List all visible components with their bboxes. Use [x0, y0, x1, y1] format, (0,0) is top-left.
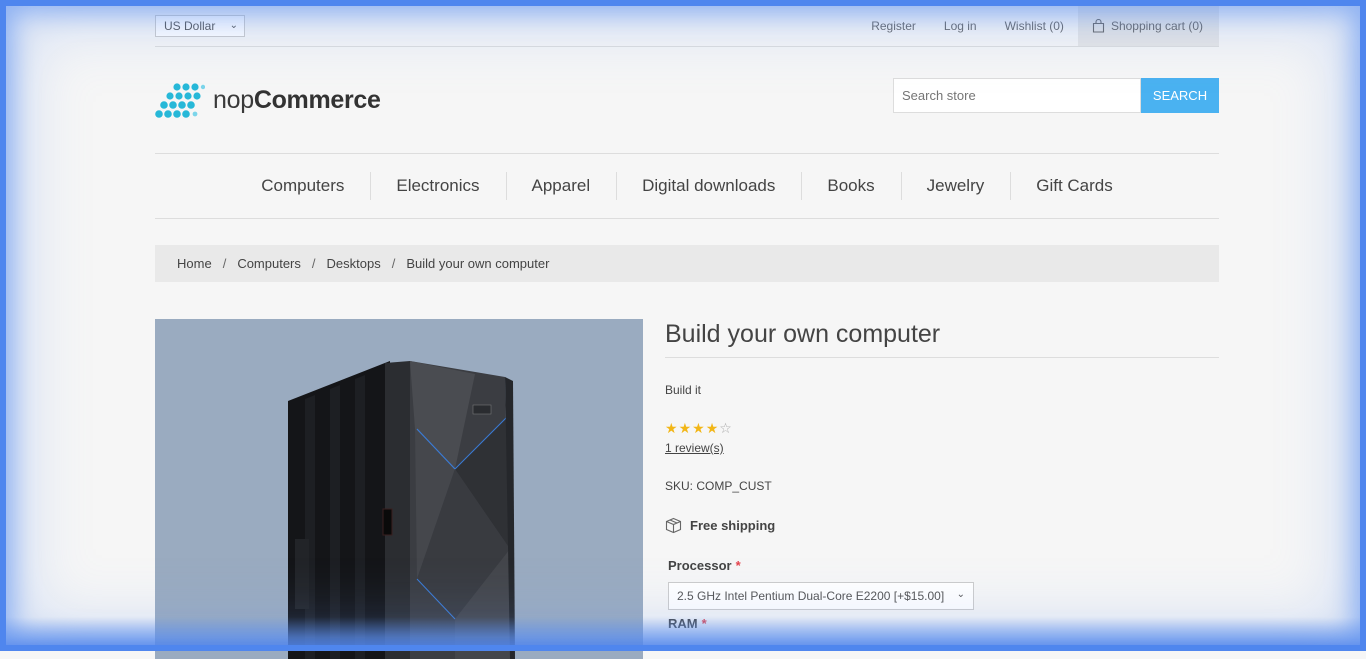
star-filled-icon: ★	[705, 420, 720, 436]
star-empty-icon: ☆	[719, 420, 733, 436]
product-sku: SKU: COMP_CUST	[665, 479, 1219, 493]
store-logo[interactable]: nopCommerce	[155, 80, 381, 120]
star-filled-icon: ★	[665, 420, 679, 436]
product-image[interactable]	[155, 319, 643, 659]
logo-text: nopCommerce	[213, 86, 381, 115]
menu-item-computers[interactable]: Computers	[235, 176, 370, 196]
breadcrumb-desktops[interactable]: Desktops	[327, 256, 381, 271]
server-tower-illustration	[288, 361, 515, 659]
required-marker: *	[701, 616, 707, 631]
ram-label: RAM	[668, 616, 698, 631]
shopping-bag-icon	[1092, 19, 1104, 33]
processor-select[interactable]: 2.5 GHz Intel Pentium Dual-Core E2200 [+…	[668, 582, 974, 610]
search-input[interactable]	[893, 78, 1141, 113]
attribute-label-processor: Processor *	[668, 558, 1219, 573]
logo-brand: Commerce	[253, 85, 381, 114]
logo-dots-icon	[155, 83, 205, 118]
chevron-down-icon: ⌄	[229, 20, 238, 31]
star-filled-icon: ★	[678, 420, 693, 436]
shipping-label: Free shipping	[690, 518, 776, 533]
menu-item-jewelry[interactable]: Jewelry	[900, 172, 1011, 200]
menu-item-gift-cards[interactable]: Gift Cards	[1010, 172, 1139, 200]
processor-selected-value: 2.5 GHz Intel Pentium Dual-Core E2200 [+…	[677, 589, 945, 603]
currency-selector[interactable]: US Dollar ⌄	[155, 15, 245, 37]
top-menu: Computers Electronics Apparel Digital do…	[155, 153, 1219, 219]
breadcrumb-current: Build your own computer	[406, 256, 550, 271]
package-box-icon	[665, 517, 682, 534]
breadcrumb-separator: /	[311, 256, 316, 271]
login-link[interactable]: Log in	[930, 19, 991, 33]
menu-item-apparel[interactable]: Apparel	[505, 172, 617, 200]
free-shipping: Free shipping	[665, 517, 1219, 534]
product-overview: Build your own computer Build it ★★★★☆ 1…	[665, 319, 1219, 631]
processor-label: Processor	[668, 558, 732, 573]
attribute-label-ram: RAM *	[668, 616, 1219, 631]
product-title: Build your own computer	[665, 319, 1219, 358]
breadcrumb: Home / Computers / Desktops / Build your…	[155, 245, 1219, 282]
sku-value: COMP_CUST	[696, 479, 772, 493]
logo-prefix: nop	[213, 85, 254, 114]
breadcrumb-separator: /	[391, 256, 396, 271]
sku-label: SKU:	[665, 479, 694, 493]
chevron-down-icon: ⌄	[956, 589, 965, 600]
header-upper: US Dollar ⌄ Register Log in Wishlist (0)…	[155, 6, 1219, 47]
currency-value: US Dollar	[164, 19, 216, 33]
product-short-description: Build it	[665, 383, 702, 397]
menu-item-digital-downloads[interactable]: Digital downloads	[616, 172, 801, 200]
reviews-link[interactable]: 1 review(s)	[665, 441, 724, 455]
required-marker: *	[735, 558, 741, 573]
product-rating: ★★★★☆	[665, 421, 1219, 435]
cart-label: Shopping cart (0)	[1110, 19, 1203, 33]
search-box: SEARCH	[893, 78, 1219, 113]
wishlist-link[interactable]: Wishlist (0)	[991, 19, 1078, 33]
breadcrumb-computers[interactable]: Computers	[237, 256, 301, 271]
breadcrumb-separator: /	[222, 256, 227, 271]
shopping-cart-link[interactable]: Shopping cart (0)	[1077, 6, 1219, 46]
search-button[interactable]: SEARCH	[1141, 78, 1219, 113]
menu-item-books[interactable]: Books	[801, 172, 900, 200]
star-filled-icon: ★	[692, 420, 706, 436]
breadcrumb-home[interactable]: Home	[177, 256, 212, 271]
header-links: Register Log in Wishlist (0) Shopping ca…	[857, 6, 1219, 46]
register-link[interactable]: Register	[857, 19, 930, 33]
menu-item-electronics[interactable]: Electronics	[370, 172, 505, 200]
